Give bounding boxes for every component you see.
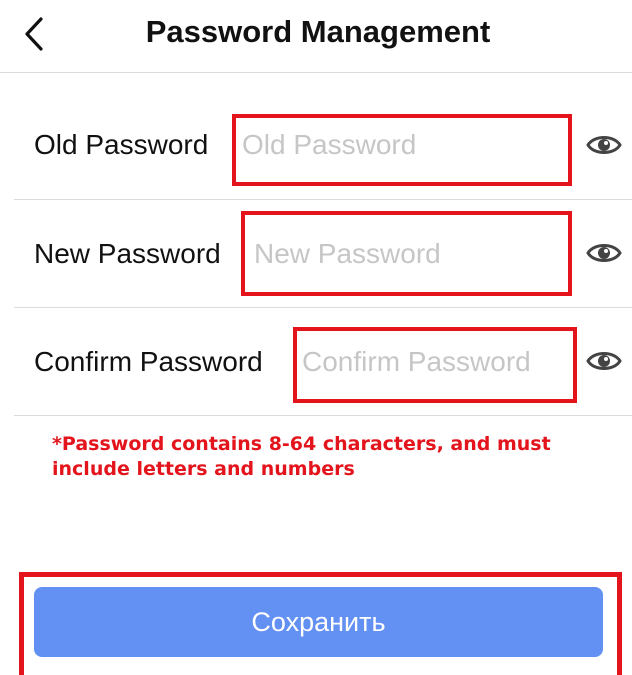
nav-header: Password Management <box>0 0 632 73</box>
password-requirements-hint: *Password contains 8-64 characters, and … <box>52 433 551 480</box>
old-password-visibility-toggle[interactable] <box>584 130 624 160</box>
password-management-screen: Password Management Old Password New Pas… <box>0 0 632 675</box>
new-password-visibility-toggle[interactable] <box>584 238 624 268</box>
new-password-input[interactable] <box>254 235 554 273</box>
confirm-password-label: Confirm Password <box>34 346 263 377</box>
eye-icon <box>586 136 622 154</box>
save-button[interactable]: Сохранить <box>34 587 603 657</box>
confirm-password-visibility-toggle[interactable] <box>584 346 624 376</box>
eye-icon <box>586 352 622 370</box>
old-password-input[interactable] <box>242 126 562 164</box>
old-password-label: Old Password <box>34 129 209 160</box>
new-password-row: New Password <box>14 200 632 308</box>
old-password-row: Old Password <box>14 92 632 200</box>
page-title: Password Management <box>145 14 491 49</box>
new-password-label: New Password <box>34 238 221 269</box>
confirm-password-row: Confirm Password <box>14 308 632 416</box>
confirm-password-input[interactable] <box>302 343 562 381</box>
eye-icon <box>586 244 622 262</box>
